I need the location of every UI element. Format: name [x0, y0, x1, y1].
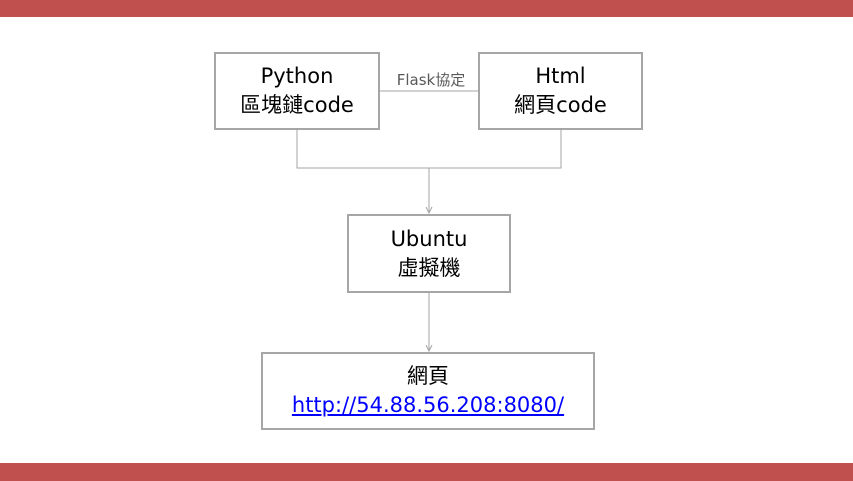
webpage-node-title: 網頁: [407, 364, 449, 388]
webpage-node: 網頁 http://54.88.56.208:8080/: [261, 352, 595, 430]
html-node-title: Html: [535, 64, 586, 88]
edge-label-flask: Flask協定: [397, 71, 466, 89]
ubuntu-vm-node: Ubuntu 虛擬機: [347, 214, 511, 293]
html-webpage-node: Html 網頁code: [478, 52, 643, 130]
ubuntu-node-subtitle: 虛擬機: [397, 255, 461, 280]
python-node-subtitle: 區塊鏈code: [240, 93, 354, 117]
python-node-title: Python: [260, 64, 334, 88]
edge-merge-bracket: [296, 130, 562, 169]
html-node-subtitle: 網頁code: [514, 93, 607, 117]
ubuntu-node-title: Ubuntu: [390, 226, 468, 251]
webpage-url-link[interactable]: http://54.88.56.208:8080/: [292, 391, 564, 420]
python-blockchain-node: Python 區塊鏈code: [214, 52, 380, 130]
bottom-accent-band: [0, 463, 853, 481]
